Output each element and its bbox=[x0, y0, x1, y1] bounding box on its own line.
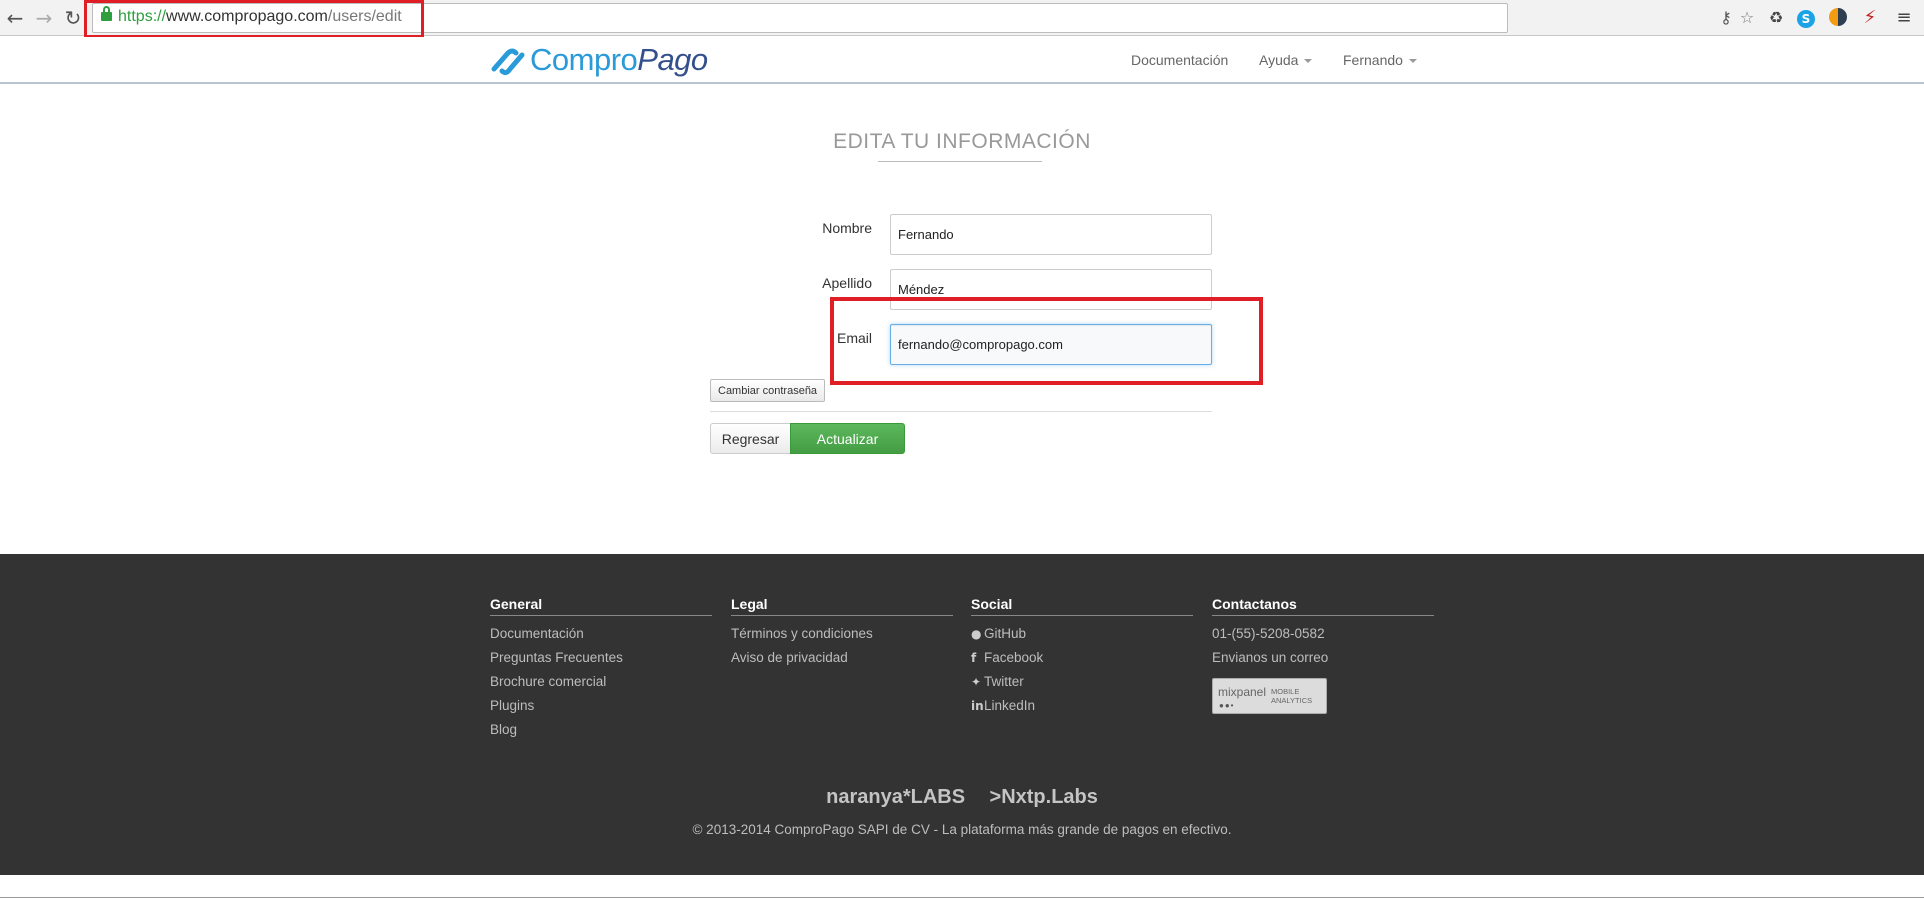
footer-link-linkedin[interactable]: inLinkedIn bbox=[971, 696, 1193, 720]
mixpanel-badge[interactable]: mixpanel MOBILE ANALYTICS ●●• bbox=[1212, 678, 1327, 714]
footer-social: Social ● GitHub f Facebook ✦ Twitter inLink… bbox=[971, 596, 1193, 720]
nombre-label: Nombre bbox=[822, 220, 872, 236]
footer-link-github[interactable]: ● GitHub bbox=[971, 624, 1193, 648]
facebook-icon: f bbox=[971, 651, 977, 665]
copyright-text: © 2013-2014 ComproPago SAPI de CV - La p… bbox=[692, 822, 1232, 837]
nav-documentacion-label: Documentación bbox=[1131, 52, 1229, 68]
footer-link-blog[interactable]: Blog bbox=[490, 720, 712, 744]
footer-link-twitter[interactable]: ✦ Twitter bbox=[971, 672, 1193, 696]
skype-icon[interactable]: S bbox=[1796, 8, 1816, 28]
chevron-down-icon bbox=[1304, 59, 1313, 64]
nav-documentacion[interactable]: Documentación bbox=[1131, 52, 1228, 68]
twitter-icon: ✦ bbox=[971, 675, 982, 689]
nombre-input[interactable] bbox=[890, 214, 1212, 255]
footer-general-title: General bbox=[490, 596, 712, 616]
menu-icon[interactable]: ≡ bbox=[1894, 8, 1914, 28]
key-icon[interactable]: ⚷ bbox=[1716, 8, 1736, 28]
github-icon: ● bbox=[971, 627, 982, 641]
footer-legal: Legal Términos y condiciones Aviso de pr… bbox=[731, 596, 953, 672]
logo-text-pago: Pago bbox=[637, 42, 708, 77]
naranya-labs-logo[interactable]: naranya*LABS bbox=[826, 786, 965, 809]
github-label: GitHub bbox=[984, 626, 1027, 641]
mixpanel-tag: MOBILE ANALYTICS bbox=[1271, 687, 1313, 705]
footer-link-facebook[interactable]: f Facebook bbox=[971, 648, 1193, 672]
nav-user-dropdown[interactable]: Fernando bbox=[1343, 52, 1417, 68]
footer-email-link[interactable]: Envianos un correo bbox=[1212, 648, 1434, 672]
mixpanel-dots-icon: ●●• bbox=[1219, 701, 1235, 710]
facebook-label: Facebook bbox=[984, 650, 1044, 665]
extension-icon-2[interactable]: ⚡ bbox=[1860, 8, 1880, 28]
linkedin-icon: in bbox=[971, 699, 984, 713]
apellido-label: Apellido bbox=[822, 275, 872, 291]
nav-user-label: Fernando bbox=[1343, 52, 1403, 68]
url-highlight-box bbox=[84, 0, 424, 38]
back-button[interactable]: Regresar bbox=[710, 423, 791, 454]
site-header: ComproPago Documentación Ayuda Fernando bbox=[0, 37, 1924, 84]
footer-link-brochure[interactable]: Brochure comercial bbox=[490, 672, 712, 696]
star-icon[interactable]: ☆ bbox=[1737, 8, 1757, 28]
logo-mark-icon bbox=[491, 48, 525, 75]
browser-toolbar: ← → ↻ https://www.compropago.com/users/e… bbox=[0, 0, 1924, 38]
site-footer: General Documentación Preguntas Frecuent… bbox=[0, 554, 1924, 875]
email-highlight-box bbox=[830, 297, 1263, 385]
footer-link-privacidad[interactable]: Aviso de privacidad bbox=[731, 648, 953, 672]
footer-contact-title: Contactanos bbox=[1212, 596, 1434, 616]
update-button[interactable]: Actualizar bbox=[790, 423, 905, 454]
title-divider bbox=[878, 161, 1042, 162]
page-title: EDITA TU INFORMACIÓN bbox=[833, 130, 1091, 153]
chevron-down-icon bbox=[1408, 59, 1417, 64]
twitter-label: Twitter bbox=[984, 674, 1024, 689]
footer-link-terminos[interactable]: Términos y condiciones bbox=[731, 624, 953, 648]
footer-link-documentacion[interactable]: Documentación bbox=[490, 624, 712, 648]
change-password-button[interactable]: Cambiar contraseña bbox=[710, 379, 826, 402]
nxtp-labs-logo[interactable]: >Nxtp.Labs bbox=[990, 786, 1098, 809]
nav-ayuda-label: Ayuda bbox=[1259, 52, 1299, 68]
linkedin-label: LinkedIn bbox=[984, 698, 1036, 713]
footer-social-title: Social bbox=[971, 596, 1193, 616]
forward-arrow-icon[interactable]: → bbox=[33, 7, 55, 29]
nav-ayuda-dropdown[interactable]: Ayuda bbox=[1259, 52, 1313, 68]
back-arrow-icon[interactable]: ← bbox=[4, 7, 26, 29]
footer-legal-title: Legal bbox=[731, 596, 953, 616]
recycle-icon[interactable]: ♻ bbox=[1766, 8, 1786, 28]
footer-contact: Contactanos 01-(55)-5208-0582 Envianos u… bbox=[1212, 596, 1434, 714]
footer-general: General Documentación Preguntas Frecuent… bbox=[490, 596, 712, 744]
partner-logos: naranya*LABS >Nxtp.Labs bbox=[0, 786, 1924, 809]
footer-link-faq[interactable]: Preguntas Frecuentes bbox=[490, 648, 712, 672]
logo-text: ComproPago bbox=[530, 42, 708, 78]
logo-text-compro: Compro bbox=[530, 42, 638, 77]
form-divider bbox=[710, 411, 1212, 412]
footer-link-plugins[interactable]: Plugins bbox=[490, 696, 712, 720]
footer-phone[interactable]: 01-(55)-5208-0582 bbox=[1212, 624, 1434, 648]
extension-icon[interactable] bbox=[1828, 8, 1848, 28]
compropago-logo[interactable]: ComproPago bbox=[490, 42, 708, 78]
mixpanel-name: mixpanel bbox=[1218, 685, 1267, 699]
reload-icon[interactable]: ↻ bbox=[62, 7, 84, 29]
